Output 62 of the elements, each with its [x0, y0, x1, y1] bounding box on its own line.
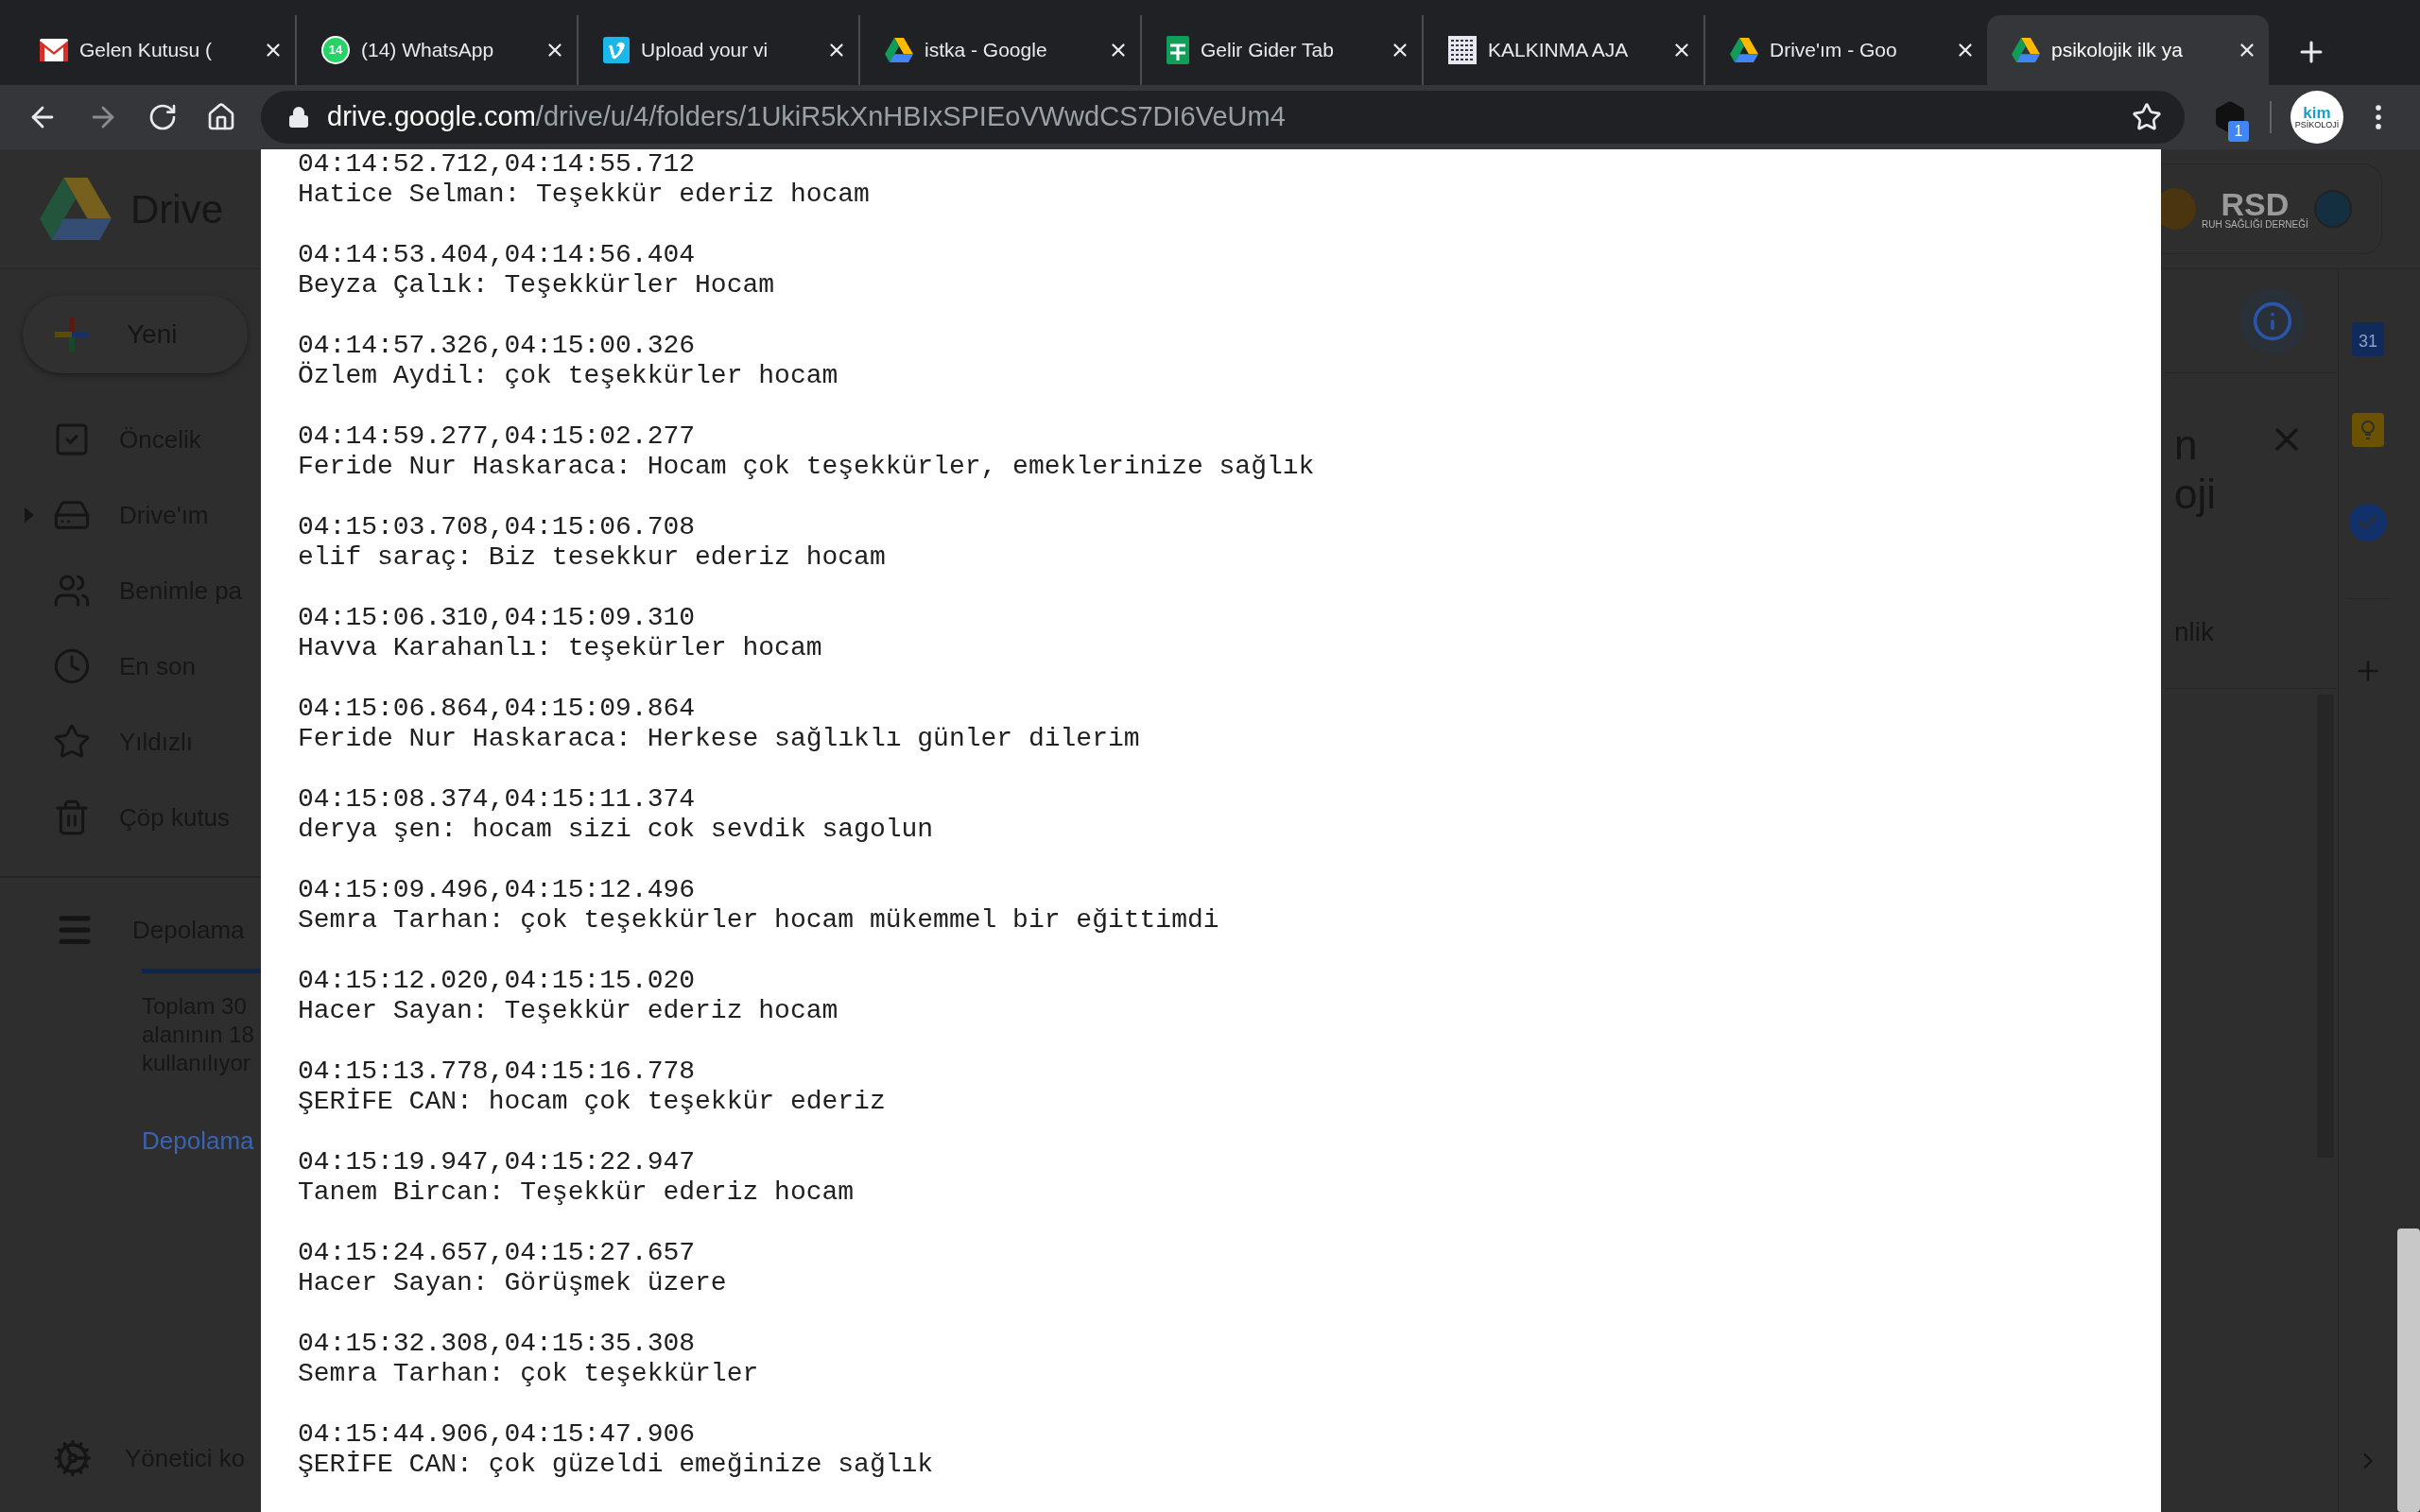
- message-text: derya şen: hocam sizi cok sevdik sagolun: [298, 815, 935, 845]
- chat-icon: 14: [321, 36, 350, 64]
- timestamp-text: 04:15:24.657,04:15:27.657: [298, 1238, 697, 1268]
- home-icon[interactable]: [206, 102, 236, 132]
- thumbnail-icon: [1448, 36, 1477, 64]
- drive-logo-icon: [2012, 37, 2040, 63]
- tab-title: istka - Google: [925, 38, 1048, 63]
- calendar-icon[interactable]: 31: [2352, 322, 2384, 356]
- message-text: Feride Nur Haskaraca: Hocam çok teşekkürler, emeklerinize sağlık: [298, 452, 1316, 482]
- message-text: Beyza Çalık: Teşekkürler Hocam: [298, 270, 776, 301]
- tab-title: (14) WhatsApp: [361, 38, 495, 63]
- timestamp-text: 04:15:12.020,04:15:15.020: [298, 966, 697, 996]
- browser-tab[interactable]: psikolojik ilk ya: [1987, 15, 2269, 85]
- message-text: Özlem Aydil: çok teşekkürler hocam: [298, 361, 839, 391]
- message-text: ŞERİFE CAN: çok güzeldi emeğinize sağlık: [298, 1450, 935, 1480]
- profile-avatar[interactable]: kim PSİKOLOJİ: [2290, 91, 2343, 144]
- mail-icon: [40, 39, 68, 61]
- timestamp-text: 04:14:57.326,04:15:00.326: [298, 331, 697, 361]
- message-text: ŞERİFE CAN: hocam çok teşekkür ederiz: [298, 1087, 887, 1117]
- timestamp-text: 04:15:09.496,04:15:12.496: [298, 875, 697, 905]
- message-text: Feride Nur Haskaraca: Herkese sağlıklı günler dilerim: [298, 724, 1141, 754]
- message-text: Semra Tarhan: çok teşekkürler hocam mükemmel bir eğittimdi: [298, 905, 1220, 936]
- timestamp-text: 04:15:13.778,04:15:16.778: [298, 1057, 697, 1087]
- lock-icon: [287, 106, 310, 129]
- drive-logo-icon: [1730, 37, 1758, 63]
- tab-title: Gelen Kutusu (: [79, 38, 214, 63]
- address-bar[interactable]: drive.google.com/drive/u/4/folders/1UkiR5kXnHBIxSPIEoVWwdCS7DI6VeUm4: [261, 91, 2185, 144]
- spreadsheet-icon: [1167, 36, 1189, 64]
- tab-title: Gelir Gider Tab: [1201, 38, 1335, 63]
- timestamp-text: 04:14:52.712,04:14:55.712: [298, 149, 697, 180]
- message-text: Hatice Selman: Teşekkür ederiz hocam: [298, 180, 871, 210]
- tab-title: psikolojik ilk ya: [2051, 38, 2184, 63]
- timestamp-text: 04:15:19.947,04:15:22.947: [298, 1147, 697, 1177]
- clock-icon: [53, 647, 91, 685]
- message-text: elif saraç: Biz tesekkur ederiz hocam: [298, 542, 887, 573]
- message-text: Havva Karahanlı: teşekürler hocam: [298, 633, 823, 663]
- message-text: Tanem Bircan: Teşekkür ederiz hocam: [298, 1177, 856, 1208]
- timestamp-text: 04:14:53.404,04:14:56.404: [298, 240, 697, 270]
- timestamp-text: 04:14:59.277,04:15:02.277: [298, 421, 697, 452]
- message-text: Hacer Sayan: Görüşmek üzere: [298, 1268, 728, 1298]
- drive-logo-icon: [885, 37, 913, 63]
- timestamp-text: 04:15:06.864,04:15:09.864: [298, 694, 697, 724]
- message-text: Semra Tarhan: çok teşekkürler: [298, 1359, 760, 1389]
- timestamp-text: 04:15:32.308,04:15:35.308: [298, 1329, 697, 1359]
- scrollbar-thumb[interactable]: [2397, 1228, 2420, 1512]
- video-icon: [603, 37, 630, 63]
- tab-title: Drive'ım - Goo: [1770, 38, 1898, 63]
- url-text: drive.google.com/drive/u/4/folders/1UkiR5kXnHBIxSPIEoVWwdCS7DI6VeUm4: [327, 100, 1286, 134]
- drive-logo-icon: [40, 177, 112, 241]
- tab-title: Upload your vi: [641, 38, 769, 63]
- extension-badge: 1: [2228, 121, 2249, 142]
- timestamp-text: 04:15:44.906,04:15:47.906: [298, 1419, 697, 1450]
- reload-icon[interactable]: [147, 102, 178, 132]
- tab-title: KALKINMA AJA: [1488, 38, 1630, 63]
- star-icon: [53, 723, 91, 761]
- browser-tab[interactable]: Drive'ım - Goo: [1705, 15, 1987, 85]
- message-text: Hacer Sayan: Teşekkür ederiz hocam: [298, 996, 839, 1026]
- timestamp-text: 04:15:06.310,04:15:09.310: [298, 603, 697, 633]
- timestamp-text: 04:15:08.374,04:15:11.374: [298, 784, 697, 815]
- plus-icon: [53, 316, 91, 353]
- timestamp-text: 04:15:03.708,04:15:06.708: [298, 512, 697, 542]
- bookmark-star-icon[interactable]: [2132, 102, 2162, 132]
